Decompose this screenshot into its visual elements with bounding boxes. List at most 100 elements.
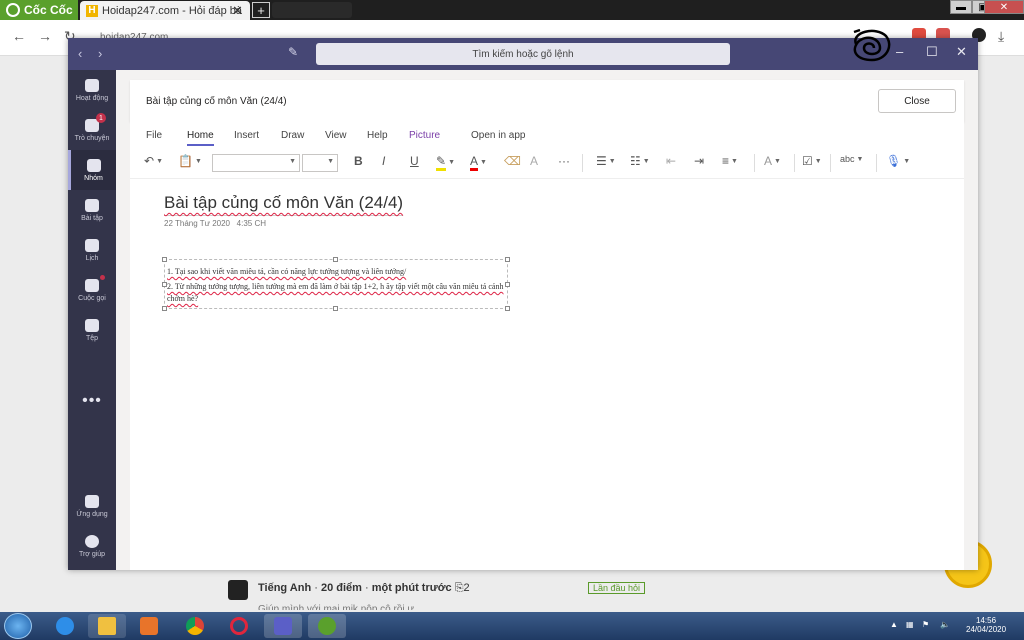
chevron-down-icon: ▼ [608,157,616,165]
tab-picture[interactable]: Picture [409,130,440,141]
bold-button[interactable]: B [354,154,363,168]
first-time-badge: Lần đầu hỏi [588,582,646,594]
align-icon: ≡ [722,154,730,168]
close-button[interactable]: Close [878,89,956,113]
resize-handle[interactable] [162,257,167,262]
chevron-down-icon: ▼ [774,157,781,165]
bullets-button[interactable]: ☰ ▼ [596,154,616,168]
taskbar-media[interactable] [130,614,168,638]
question-line-1[interactable]: 1. Tại sao khi viết văn miêu tả, cần có … [167,266,505,278]
taskbar-chrome[interactable] [176,614,214,638]
question-line-2[interactable]: 2. Từ những tưởng tượng, liên tưởng mà e… [167,281,505,305]
clear-formatting-button[interactable]: ⌫ [504,154,521,168]
chevron-down-icon: ▼ [448,159,455,166]
more-apps-icon[interactable]: ••• [68,392,116,410]
tab-home[interactable]: Home [187,130,214,146]
tag-button[interactable]: ☑ ▼ [802,154,822,168]
new-tab-button[interactable]: + [252,2,270,18]
clipboard-button[interactable]: 📋 ▼ [178,154,202,168]
back-arrow-icon[interactable]: ← [12,28,26,44]
chevron-down-icon: ▼ [856,155,864,163]
forward-arrow-icon[interactable]: → [38,28,52,44]
rail-item-teams[interactable]: Nhóm [68,150,116,190]
back-chevron-icon[interactable]: ‹ [78,46,82,61]
window-close-button[interactable]: ✕ [984,0,1024,14]
highlight-button[interactable]: ✎ ▼ [436,154,455,171]
rail-item-assignments[interactable]: Bài tập [68,190,116,230]
taskbar-ie[interactable] [46,614,84,638]
tab-insert[interactable]: Insert [234,130,259,141]
apps-icon [85,494,99,508]
spelling-button[interactable]: abc ▼ [840,154,863,164]
resize-handle[interactable] [333,257,338,262]
text-styles-button[interactable]: A ▼ [764,154,781,168]
taskbar-teams[interactable] [264,614,302,638]
resize-handle[interactable] [505,282,510,287]
italic-button[interactable]: I [382,154,385,168]
rail-item-apps[interactable]: Ứng dụng [68,486,116,526]
rail-item-help[interactable]: Trợ giúp [68,526,116,566]
page-canvas[interactable]: Bài tập củng cố môn Văn (24/4) 22 Tháng … [130,178,964,570]
page-title[interactable]: Bài tập củng cố môn Văn (24/4) [164,193,404,216]
rail-item-calls[interactable]: Cuộc gọi [68,270,116,310]
attachment-icon: ⎘ [454,582,464,594]
tab-file[interactable]: File [146,130,162,141]
tab-open-in-app[interactable]: Open in app [471,130,526,141]
numbering-button[interactable]: ☷ ▼ [630,154,650,168]
start-button[interactable] [4,613,32,639]
font-family-select[interactable]: ▼ [212,154,300,172]
chevron-down-icon: ▼ [903,157,911,165]
tab-close-icon[interactable]: ✕ [232,3,243,19]
undo-button[interactable]: ↶ ▼ [144,154,163,168]
align-button[interactable]: ≡ ▼ [722,154,738,168]
maximize-icon[interactable]: ☐ [926,44,938,60]
download-icon[interactable]: ⤓ [998,28,1004,45]
rail-item-files[interactable]: Tệp [68,310,116,350]
rail-item-activity[interactable]: Hoạt động [68,70,116,110]
network-icon[interactable]: ▦ [906,620,914,629]
clock[interactable]: 14:56 24/04/2020 [966,616,1006,634]
resize-handle[interactable] [505,257,510,262]
close-icon[interactable]: ✕ [956,44,967,60]
search-input[interactable]: Tìm kiếm hoặc gõ lệnh [316,43,730,65]
taskbar-opera[interactable] [220,614,258,638]
tray-up-arrow-icon[interactable]: ▲ [890,620,898,629]
font-size-select[interactable]: ▼ [302,154,338,172]
rail-item-chat[interactable]: 1 Trò chuyện [68,110,116,150]
coccoc-brand[interactable]: Cốc Cốc [0,0,78,20]
background-tab[interactable] [272,2,352,18]
forward-chevron-icon[interactable]: › [98,46,102,61]
volume-icon[interactable]: 🔈 [940,620,950,629]
more-options-icon[interactable]: ··· [558,154,570,168]
eraser-icon: ⌫ [504,154,521,168]
taskbar-coccoc[interactable] [308,614,346,638]
resize-handle[interactable] [162,306,167,311]
text-style-icon: A [764,154,773,168]
note-container[interactable]: 1. Tại sao khi viết văn miêu tả, cần có … [162,257,510,311]
resize-handle[interactable] [505,306,510,311]
tab-draw[interactable]: Draw [281,130,304,141]
coccoc-icon [318,617,336,635]
dictate-button[interactable]: 🎙 ▼ [886,154,910,168]
window-minimize-button[interactable]: ▬ [950,0,972,14]
indent-button[interactable]: ⇥ [694,154,704,168]
browser-tab-title: Hoidap247.com - Hỏi đáp bà [102,4,243,17]
header-title: Bài tập củng cố môn Văn (24/4) [146,96,287,107]
taskbar-explorer[interactable] [88,614,126,638]
font-color-button[interactable]: A ▼ [470,154,487,171]
resize-handle[interactable] [162,282,167,287]
rail-item-calendar[interactable]: Lịch [68,230,116,270]
browser-tab[interactable]: H Hoidap247.com - Hỏi đáp bà [80,1,250,20]
flag-icon[interactable]: ⚑ [922,620,929,629]
page-date: 22 Tháng Tư 2020 [164,219,230,228]
outdent-button[interactable]: ⇤ [666,154,676,168]
styles-button[interactable]: A [530,154,538,168]
question-list-item[interactable]: Tiếng Anh · 20 điểm · một phút trước ⎘2 … [210,572,680,610]
tab-view[interactable]: View [325,130,347,141]
resize-handle[interactable] [333,306,338,311]
compose-icon[interactable]: ✎ [288,45,304,61]
page-datetime: 22 Tháng Tư 2020 4:35 CH [164,219,266,228]
minimize-icon[interactable]: – [896,44,903,59]
underline-button[interactable]: U [410,154,419,168]
tab-help[interactable]: Help [367,130,388,141]
